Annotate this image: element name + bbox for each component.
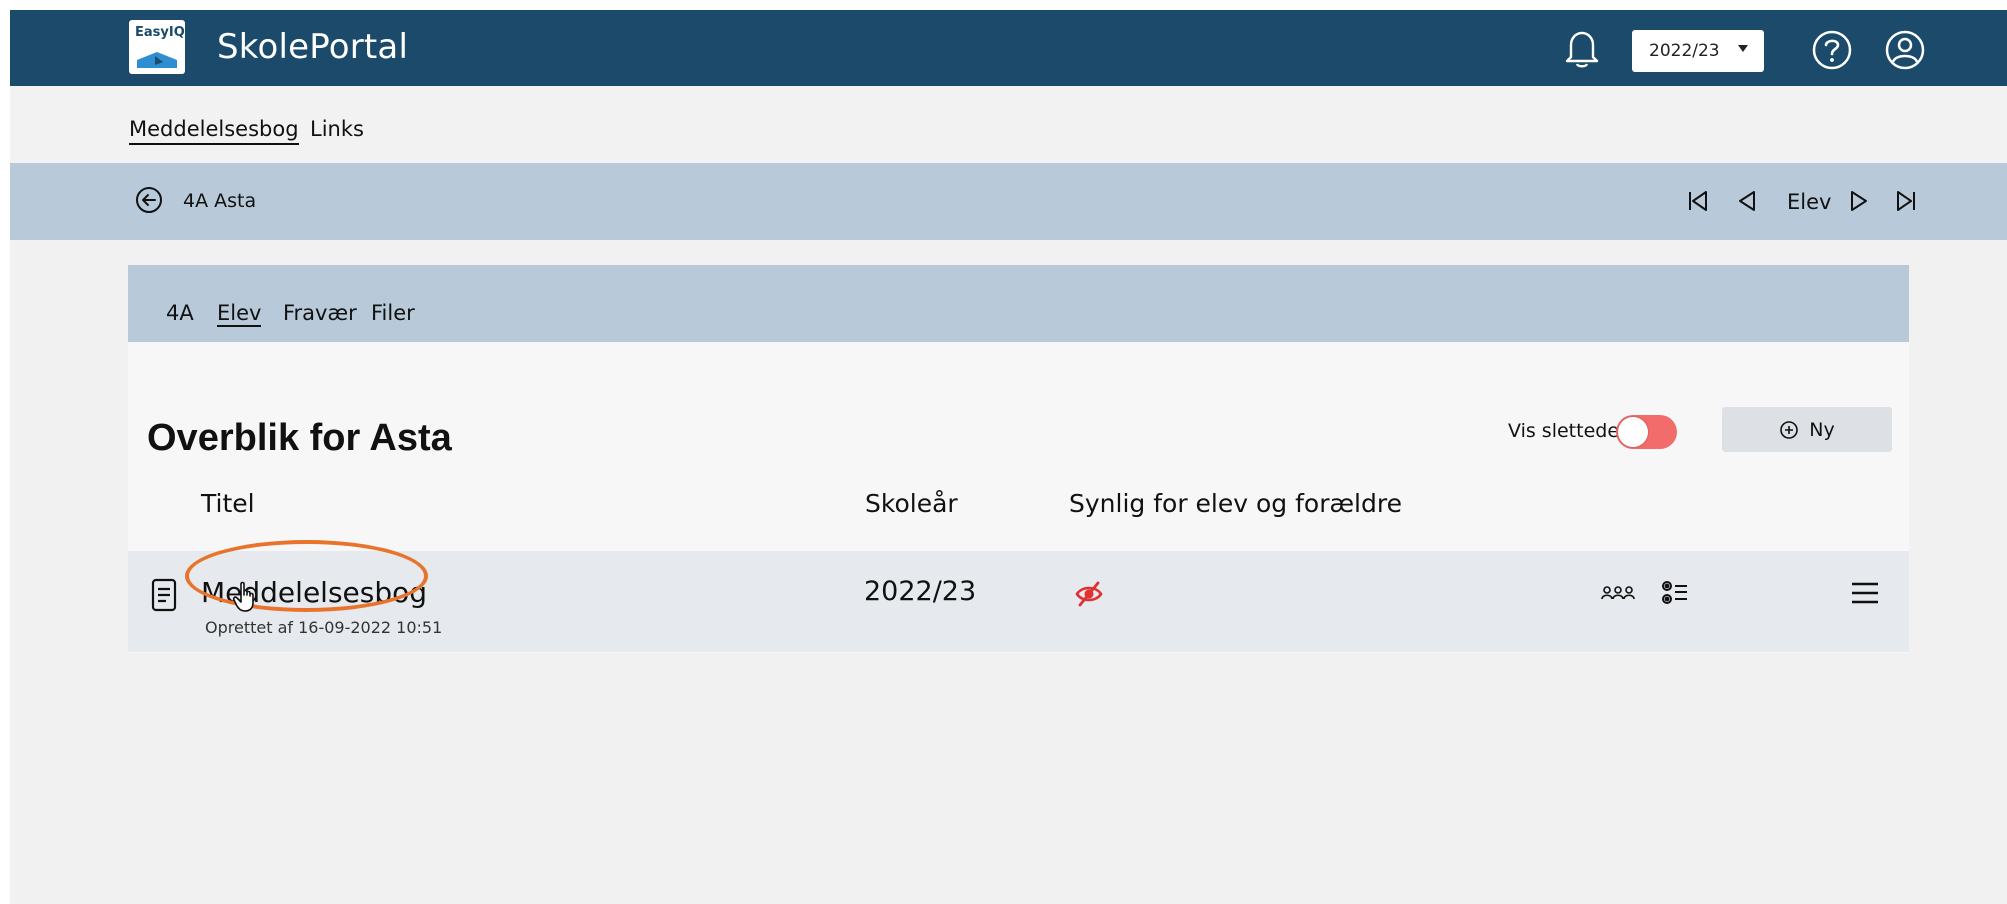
- logo-text: EasyIQ: [135, 25, 185, 40]
- document-icon: [149, 577, 179, 613]
- show-deleted-toggle[interactable]: [1616, 415, 1677, 449]
- menu-icon[interactable]: [1848, 578, 1882, 608]
- next-student-icon[interactable]: [1846, 188, 1872, 214]
- first-student-icon[interactable]: [1685, 188, 1711, 214]
- column-header-title: Titel: [201, 489, 255, 518]
- help-icon[interactable]: [1810, 28, 1854, 72]
- show-deleted-label: Vis slettede: [1508, 420, 1620, 442]
- bell-icon[interactable]: [1560, 27, 1604, 71]
- breadcrumb-student-label: 4A Asta: [183, 190, 257, 212]
- participants-icon[interactable]: [1600, 579, 1636, 607]
- easyiq-logo[interactable]: EasyIQ: [129, 20, 185, 74]
- back-arrow-icon[interactable]: [134, 185, 164, 215]
- top-bar: EasyIQ SkolePortal 2022/23: [10, 10, 2007, 86]
- column-header-visibility: Synlig for elev og forældre: [1069, 489, 1402, 518]
- caret-down-icon: [1738, 45, 1748, 52]
- plus-circle-icon: [1780, 420, 1799, 439]
- row-school-year: 2022/23: [864, 576, 977, 607]
- subnav-meddelelsesbog[interactable]: Meddelelsesbog: [129, 117, 299, 145]
- page-frame: EasyIQ SkolePortal 2022/23 Meddelelsesbo…: [10, 10, 2007, 904]
- column-header-school-year: Skoleår: [865, 489, 958, 518]
- tab-4a[interactable]: 4A: [166, 301, 194, 325]
- new-button[interactable]: Ny: [1722, 407, 1892, 452]
- new-button-label: Ny: [1809, 418, 1835, 441]
- user-account-icon[interactable]: [1883, 28, 1927, 72]
- breadcrumb-student: 4A Asta: [183, 190, 256, 212]
- subnav-links[interactable]: Links: [310, 117, 364, 141]
- tab-fravaer[interactable]: Fravær: [283, 301, 357, 325]
- card-tab-bar: 4A Elev Fravær Filer: [128, 265, 1909, 342]
- row-created-meta: Oprettet af 16-09-2022 10:51: [205, 618, 442, 637]
- hand-pointer-icon: [232, 581, 258, 618]
- page-heading-text: Overblik for Asta: [147, 417, 452, 459]
- page-heading: Overblik for Asta: [147, 417, 452, 460]
- student-breadcrumb-bar: 4A Asta Elev: [10, 163, 2007, 240]
- row-created-by-label: Oprettet af: [205, 618, 294, 637]
- app-title[interactable]: SkolePortal: [217, 27, 408, 67]
- visibility-hidden-icon[interactable]: [1072, 577, 1106, 611]
- tab-filer[interactable]: Filer: [371, 301, 415, 325]
- school-year-select[interactable]: 2022/23: [1632, 30, 1764, 72]
- previous-student-icon[interactable]: [1734, 188, 1760, 214]
- logo-graphic-icon: [137, 52, 177, 68]
- student-nav-label: Elev: [1787, 190, 1832, 214]
- overview-card: Overblik for Asta Vis slettede Ny Titel …: [128, 342, 1909, 653]
- highlight-annotation: [185, 540, 428, 612]
- toggle-knob: [1618, 417, 1648, 447]
- tab-elev[interactable]: Elev: [217, 301, 262, 327]
- last-student-icon[interactable]: [1893, 188, 1919, 214]
- school-year-value: 2022/23: [1649, 41, 1720, 61]
- settings-list-icon[interactable]: [1658, 576, 1692, 610]
- sub-navigation: Meddelelsesbog Links: [10, 86, 2007, 163]
- row-created-date: 16-09-2022 10:51: [298, 618, 443, 637]
